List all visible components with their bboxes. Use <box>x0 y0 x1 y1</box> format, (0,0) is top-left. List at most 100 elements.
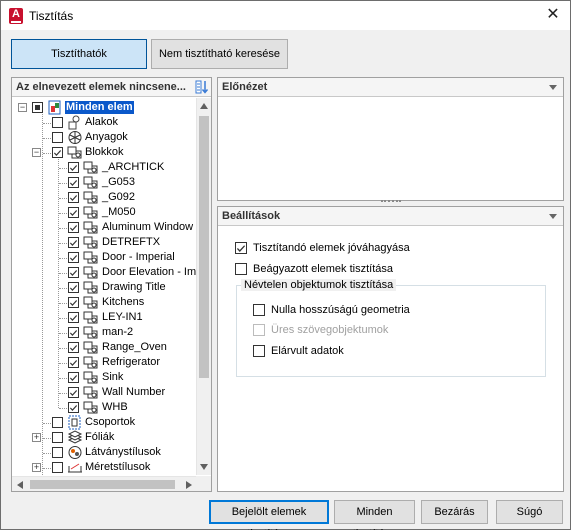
scroll-right-icon[interactable] <box>186 481 192 489</box>
block-icon <box>83 326 98 339</box>
tree-item[interactable]: − Blokkok <box>12 145 197 160</box>
tree-item-checkbox[interactable] <box>68 252 79 263</box>
checkbox-box[interactable] <box>235 242 247 254</box>
tree-item[interactable]: Alakok <box>12 115 197 130</box>
orphaned-data-checkbox[interactable]: Elárvult adatok <box>253 344 493 359</box>
tab-find-non-purgeable[interactable]: Nem tisztítható keresése <box>151 39 288 69</box>
scroll-thumb-horizontal[interactable] <box>30 480 175 489</box>
tree-item-checkbox[interactable] <box>52 432 63 443</box>
block-icon <box>83 191 98 204</box>
tree-item-checkbox[interactable] <box>68 177 79 188</box>
tree-item-block[interactable]: Drawing Title <box>12 280 197 295</box>
tab-purgeable[interactable]: Tisztíthatók <box>11 39 147 69</box>
tree-item-checkbox[interactable] <box>52 147 63 158</box>
purge-all-button[interactable]: Minden tisztítása <box>334 500 415 530</box>
layers-icon <box>67 430 83 444</box>
tree-item-block[interactable]: _ARCHTICK <box>12 160 197 175</box>
tree-item-block[interactable]: Sink <box>12 370 197 385</box>
collapse-node-icon[interactable]: − <box>18 103 27 112</box>
tree-panel-title: Az elnevezett elemek nincsene... <box>16 81 186 93</box>
scroll-left-icon[interactable] <box>17 481 23 489</box>
tree-item-block[interactable]: Kitchens <box>12 295 197 310</box>
confirm-purge-checkbox[interactable]: Tisztítandó elemek jóváhagyása <box>235 241 475 256</box>
checkbox-box[interactable] <box>253 345 265 357</box>
tree-item-checkbox[interactable] <box>68 207 79 218</box>
collapse-arrow-icon[interactable] <box>549 85 557 90</box>
tree-item-checkbox[interactable] <box>68 387 79 398</box>
tree-item[interactable]: + Méretstílusok <box>12 460 197 475</box>
tree-item-checkbox[interactable] <box>68 357 79 368</box>
preview-panel-header[interactable]: Előnézet <box>218 78 563 97</box>
named-items-tree[interactable]: − Minden elem Alakok Anyagok − Blokkok _ARCHTI… <box>12 98 197 490</box>
tree-item-checkbox[interactable] <box>68 327 79 338</box>
tree-item-label: _G092 <box>102 191 136 203</box>
purge-dialog: A Tisztítás ✕ Tisztíthatók Nem tisztítha… <box>0 0 571 530</box>
settings-panel-header[interactable]: Beállítások <box>218 207 563 226</box>
purge-nested-checkbox[interactable]: Beágyazott elemek tisztítása <box>235 262 475 277</box>
close-icon[interactable]: ✕ <box>544 6 562 24</box>
tree-item-checkbox[interactable] <box>68 192 79 203</box>
tree-item-block[interactable]: Door - Imperial <box>12 250 197 265</box>
tree-item-checkbox[interactable] <box>52 117 63 128</box>
tree-item-checkbox[interactable] <box>52 132 63 143</box>
tree-item-block[interactable]: Wall Number <box>12 385 197 400</box>
tree-item-block[interactable]: man-2 <box>12 325 197 340</box>
tree-item-block[interactable]: WHB <box>12 400 197 415</box>
tree-item-checkbox[interactable] <box>68 267 79 278</box>
purge-checked-button[interactable]: Bejelölt elemek tisztítása <box>209 500 329 530</box>
preview-panel: Előnézet <box>217 77 564 201</box>
tree-item-checkbox[interactable] <box>52 447 63 458</box>
tree-item-label: WHB <box>102 401 128 413</box>
scroll-corner <box>196 476 211 491</box>
tree-item[interactable]: − Minden elem <box>12 100 197 115</box>
tree-item-checkbox[interactable] <box>68 162 79 173</box>
tree-item[interactable]: + Fóliák <box>12 430 197 445</box>
tree-item-block[interactable]: Range_Oven <box>12 340 197 355</box>
sort-icon[interactable] <box>195 79 209 95</box>
scroll-down-icon[interactable] <box>200 464 208 470</box>
tree-item-checkbox[interactable] <box>68 297 79 308</box>
tree-item-block[interactable]: Refrigerator <box>12 355 197 370</box>
tree-item[interactable]: Csoportok <box>12 415 197 430</box>
tree-item-checkbox[interactable] <box>52 417 63 428</box>
tree-item-block[interactable]: _M050 <box>12 205 197 220</box>
block-icon <box>83 386 98 399</box>
checkbox-box[interactable] <box>253 304 265 316</box>
tree-item-label: _ARCHTICK <box>102 161 165 173</box>
help-button[interactable]: Súgó <box>496 500 563 524</box>
block-icon <box>83 266 98 279</box>
tree-item-checkbox[interactable] <box>68 402 79 413</box>
scroll-up-icon[interactable] <box>200 103 208 109</box>
tree-item-checkbox[interactable] <box>68 342 79 353</box>
zero-length-geometry-checkbox[interactable]: Nulla hosszúságú geometria <box>253 303 493 318</box>
checkbox-box[interactable] <box>235 263 247 275</box>
tree-item[interactable]: Látványstílusok <box>12 445 197 460</box>
tree-item-block[interactable]: Door Elevation - Impe <box>12 265 197 280</box>
expand-node-icon[interactable]: + <box>32 433 41 442</box>
tree-item-block[interactable]: _G092 <box>12 190 197 205</box>
tree-item-checkbox[interactable] <box>52 462 63 473</box>
tree-item[interactable]: Anyagok <box>12 130 197 145</box>
tree-vertical-scrollbar[interactable] <box>196 98 211 475</box>
tree-item-block[interactable]: _G053 <box>12 175 197 190</box>
close-button[interactable]: Bezárás <box>421 500 488 524</box>
group-title: Névtelen objektumok tisztítása <box>241 279 397 291</box>
tree-item-checkbox[interactable] <box>68 237 79 248</box>
block-icon <box>83 371 98 384</box>
tree-item-block[interactable]: LEY-IN1 <box>12 310 197 325</box>
tree-item-block[interactable]: DETREFTX <box>12 235 197 250</box>
block-icon <box>83 176 98 189</box>
collapse-arrow-icon[interactable] <box>549 214 557 219</box>
expand-node-icon[interactable]: + <box>32 463 41 472</box>
tree-item-label: man-2 <box>102 326 134 338</box>
tree-item-block[interactable]: Aluminum Window (El <box>12 220 197 235</box>
collapse-node-icon[interactable]: − <box>32 148 41 157</box>
tree-item-checkbox[interactable] <box>68 312 79 323</box>
splitter-grip[interactable] <box>381 200 401 203</box>
scroll-thumb[interactable] <box>199 116 209 378</box>
tree-item-checkbox[interactable] <box>68 282 79 293</box>
tree-item-checkbox[interactable] <box>32 102 43 113</box>
tree-item-checkbox[interactable] <box>68 372 79 383</box>
tree-horizontal-scrollbar[interactable] <box>12 476 197 491</box>
tree-item-checkbox[interactable] <box>68 222 79 233</box>
